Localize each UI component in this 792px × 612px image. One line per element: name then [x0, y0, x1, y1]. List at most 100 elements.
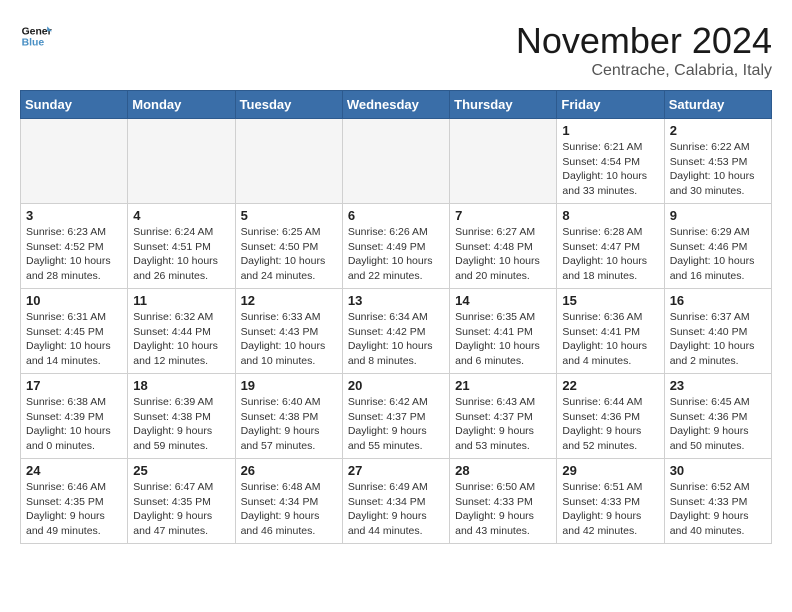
day-info: Sunrise: 6:35 AM Sunset: 4:41 PM Dayligh… [455, 310, 551, 369]
day-number: 27 [348, 463, 444, 478]
weekday-header-thursday: Thursday [450, 91, 557, 119]
title-block: November 2024 Centrache, Calabria, Italy [516, 20, 772, 80]
day-info: Sunrise: 6:22 AM Sunset: 4:53 PM Dayligh… [670, 140, 766, 199]
calendar-week-2: 3Sunrise: 6:23 AM Sunset: 4:52 PM Daylig… [21, 204, 772, 289]
calendar-cell [342, 119, 449, 204]
day-number: 17 [26, 378, 122, 393]
logo-icon: General Blue [20, 20, 52, 52]
calendar-cell: 15 Sunrise: 6:36 AM Sunset: 4:41 PM Dayli… [557, 289, 664, 374]
location: Centrache, Calabria, Italy [516, 62, 772, 80]
day-number: 12 [241, 293, 337, 308]
calendar-cell: 12 Sunrise: 6:33 AM Sunset: 4:43 PM Dayli… [235, 289, 342, 374]
calendar-cell [450, 119, 557, 204]
calendar-table: SundayMondayTuesdayWednesdayThursdayFrid… [20, 90, 772, 544]
day-number: 9 [670, 208, 766, 223]
day-info: Sunrise: 6:31 AM Sunset: 4:45 PM Dayligh… [26, 310, 122, 369]
day-info: Sunrise: 6:27 AM Sunset: 4:48 PM Dayligh… [455, 225, 551, 284]
calendar-cell: 16 Sunrise: 6:37 AM Sunset: 4:40 PM Dayli… [664, 289, 771, 374]
day-info: Sunrise: 6:42 AM Sunset: 4:37 PM Dayligh… [348, 395, 444, 454]
day-number: 24 [26, 463, 122, 478]
calendar-cell: 7 Sunrise: 6:27 AM Sunset: 4:48 PM Daylig… [450, 204, 557, 289]
calendar-cell [21, 119, 128, 204]
day-info: Sunrise: 6:38 AM Sunset: 4:39 PM Dayligh… [26, 395, 122, 454]
day-info: Sunrise: 6:21 AM Sunset: 4:54 PM Dayligh… [562, 140, 658, 199]
day-number: 23 [670, 378, 766, 393]
day-info: Sunrise: 6:40 AM Sunset: 4:38 PM Dayligh… [241, 395, 337, 454]
day-number: 10 [26, 293, 122, 308]
day-number: 7 [455, 208, 551, 223]
calendar-cell: 17 Sunrise: 6:38 AM Sunset: 4:39 PM Dayli… [21, 374, 128, 459]
calendar-cell: 14 Sunrise: 6:35 AM Sunset: 4:41 PM Dayli… [450, 289, 557, 374]
weekday-header-saturday: Saturday [664, 91, 771, 119]
logo: General Blue [20, 20, 52, 52]
day-info: Sunrise: 6:32 AM Sunset: 4:44 PM Dayligh… [133, 310, 229, 369]
calendar-week-1: 1Sunrise: 6:21 AM Sunset: 4:54 PM Daylig… [21, 119, 772, 204]
calendar-cell: 19 Sunrise: 6:40 AM Sunset: 4:38 PM Dayli… [235, 374, 342, 459]
calendar-cell: 10 Sunrise: 6:31 AM Sunset: 4:45 PM Dayli… [21, 289, 128, 374]
day-info: Sunrise: 6:37 AM Sunset: 4:40 PM Dayligh… [670, 310, 766, 369]
weekday-header-monday: Monday [128, 91, 235, 119]
calendar-cell: 11 Sunrise: 6:32 AM Sunset: 4:44 PM Dayli… [128, 289, 235, 374]
day-info: Sunrise: 6:50 AM Sunset: 4:33 PM Dayligh… [455, 480, 551, 539]
day-number: 30 [670, 463, 766, 478]
weekday-header-sunday: Sunday [21, 91, 128, 119]
day-number: 16 [670, 293, 766, 308]
calendar-cell: 26 Sunrise: 6:48 AM Sunset: 4:34 PM Dayli… [235, 459, 342, 544]
calendar-cell: 8 Sunrise: 6:28 AM Sunset: 4:47 PM Daylig… [557, 204, 664, 289]
day-number: 5 [241, 208, 337, 223]
calendar-cell: 13 Sunrise: 6:34 AM Sunset: 4:42 PM Dayli… [342, 289, 449, 374]
day-number: 21 [455, 378, 551, 393]
day-info: Sunrise: 6:28 AM Sunset: 4:47 PM Dayligh… [562, 225, 658, 284]
calendar-cell: 4Sunrise: 6:24 AM Sunset: 4:51 PM Daylig… [128, 204, 235, 289]
calendar-week-3: 10 Sunrise: 6:31 AM Sunset: 4:45 PM Dayli… [21, 289, 772, 374]
day-info: Sunrise: 6:34 AM Sunset: 4:42 PM Dayligh… [348, 310, 444, 369]
calendar-week-5: 24Sunrise: 6:46 AM Sunset: 4:35 PM Dayli… [21, 459, 772, 544]
day-number: 14 [455, 293, 551, 308]
day-info: Sunrise: 6:26 AM Sunset: 4:49 PM Dayligh… [348, 225, 444, 284]
calendar-cell: 9 Sunrise: 6:29 AM Sunset: 4:46 PM Daylig… [664, 204, 771, 289]
calendar-cell: 29 Sunrise: 6:51 AM Sunset: 4:33 PM Dayli… [557, 459, 664, 544]
calendar-cell: 1Sunrise: 6:21 AM Sunset: 4:54 PM Daylig… [557, 119, 664, 204]
day-info: Sunrise: 6:29 AM Sunset: 4:46 PM Dayligh… [670, 225, 766, 284]
day-info: Sunrise: 6:23 AM Sunset: 4:52 PM Dayligh… [26, 225, 122, 284]
calendar-cell: 28 Sunrise: 6:50 AM Sunset: 4:33 PM Dayli… [450, 459, 557, 544]
day-number: 13 [348, 293, 444, 308]
day-number: 29 [562, 463, 658, 478]
weekday-header-wednesday: Wednesday [342, 91, 449, 119]
calendar-cell: 3Sunrise: 6:23 AM Sunset: 4:52 PM Daylig… [21, 204, 128, 289]
day-number: 15 [562, 293, 658, 308]
day-number: 11 [133, 293, 229, 308]
calendar-cell: 5 Sunrise: 6:25 AM Sunset: 4:50 PM Daylig… [235, 204, 342, 289]
calendar-cell: 6Sunrise: 6:26 AM Sunset: 4:49 PM Daylig… [342, 204, 449, 289]
calendar-week-4: 17 Sunrise: 6:38 AM Sunset: 4:39 PM Dayli… [21, 374, 772, 459]
day-info: Sunrise: 6:44 AM Sunset: 4:36 PM Dayligh… [562, 395, 658, 454]
calendar-header-row: SundayMondayTuesdayWednesdayThursdayFrid… [21, 91, 772, 119]
weekday-header-friday: Friday [557, 91, 664, 119]
day-number: 22 [562, 378, 658, 393]
day-info: Sunrise: 6:51 AM Sunset: 4:33 PM Dayligh… [562, 480, 658, 539]
calendar-cell: 2Sunrise: 6:22 AM Sunset: 4:53 PM Daylig… [664, 119, 771, 204]
month-title: November 2024 [516, 20, 772, 62]
day-number: 18 [133, 378, 229, 393]
day-number: 20 [348, 378, 444, 393]
page-header: General Blue November 2024 Centrache, Ca… [20, 20, 772, 80]
day-number: 19 [241, 378, 337, 393]
day-number: 26 [241, 463, 337, 478]
day-number: 4 [133, 208, 229, 223]
calendar-body: 1Sunrise: 6:21 AM Sunset: 4:54 PM Daylig… [21, 119, 772, 544]
day-info: Sunrise: 6:25 AM Sunset: 4:50 PM Dayligh… [241, 225, 337, 284]
day-info: Sunrise: 6:33 AM Sunset: 4:43 PM Dayligh… [241, 310, 337, 369]
calendar-cell: 23 Sunrise: 6:45 AM Sunset: 4:36 PM Dayli… [664, 374, 771, 459]
day-number: 8 [562, 208, 658, 223]
day-number: 25 [133, 463, 229, 478]
svg-text:Blue: Blue [22, 38, 45, 49]
day-number: 28 [455, 463, 551, 478]
day-info: Sunrise: 6:52 AM Sunset: 4:33 PM Dayligh… [670, 480, 766, 539]
calendar-cell: 30 Sunrise: 6:52 AM Sunset: 4:33 PM Dayli… [664, 459, 771, 544]
day-info: Sunrise: 6:36 AM Sunset: 4:41 PM Dayligh… [562, 310, 658, 369]
calendar-cell [128, 119, 235, 204]
calendar-cell: 21Sunrise: 6:43 AM Sunset: 4:37 PM Dayli… [450, 374, 557, 459]
day-info: Sunrise: 6:45 AM Sunset: 4:36 PM Dayligh… [670, 395, 766, 454]
weekday-header-tuesday: Tuesday [235, 91, 342, 119]
day-info: Sunrise: 6:48 AM Sunset: 4:34 PM Dayligh… [241, 480, 337, 539]
